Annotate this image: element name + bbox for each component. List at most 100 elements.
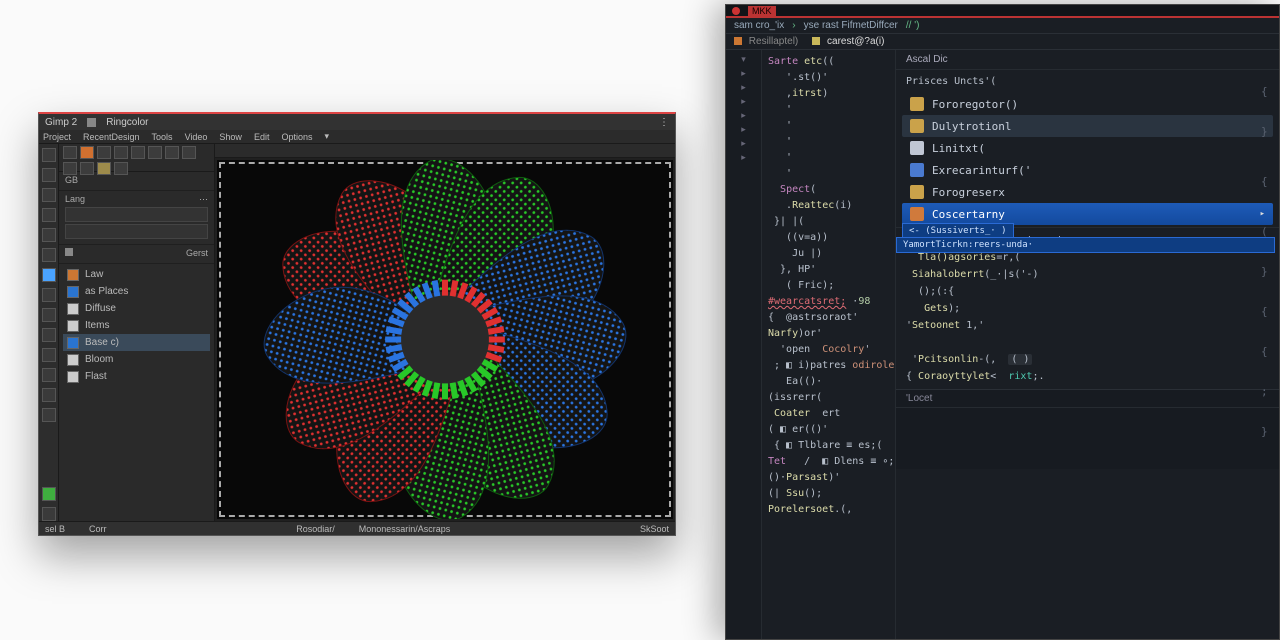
layer-label: Items [85, 320, 109, 331]
tool-airbrush-icon[interactable] [42, 288, 56, 302]
fg-color-swatch[interactable] [42, 487, 56, 501]
panel-slider-1[interactable] [65, 207, 208, 222]
symbol-icon [910, 207, 924, 221]
tool-gradient-icon[interactable] [42, 328, 56, 342]
tool-clone-icon[interactable] [42, 388, 56, 402]
menu-project[interactable]: Project [43, 132, 71, 142]
menu-video[interactable]: Video [185, 132, 208, 142]
menu-recent[interactable]: RecentDesign [83, 132, 140, 142]
tool-text-icon[interactable] [42, 308, 56, 322]
outline-item-label: Dulytrotionl [932, 120, 1011, 133]
ide-tab-1-label: Resillaptel) [749, 36, 798, 47]
layer-item[interactable]: Base c) [63, 334, 210, 351]
menu-show[interactable]: Show [219, 132, 242, 142]
fold-icon[interactable]: ▸ [739, 68, 749, 78]
breadcrumb-seg-1[interactable]: sam cro_'ix [734, 20, 784, 31]
console-tab[interactable]: 'Locet [906, 393, 932, 404]
layer-list: Lawas Places Diffuse Items Base c) BloomFlas… [59, 264, 214, 521]
tool-heal-icon[interactable] [42, 408, 56, 422]
outline-tab[interactable]: Ascal Dic [896, 50, 1279, 70]
ide-breadcrumb: sam cro_'ix › yse rast FifmetDiffcer // … [726, 18, 1279, 34]
symbol-icon [910, 97, 924, 111]
ide-tab-2[interactable]: carest@?a(i) [812, 36, 884, 47]
fold-icon[interactable]: ▸ [739, 110, 749, 120]
editor-canvas-area [215, 144, 675, 521]
panel-slider-2[interactable] [65, 224, 208, 239]
layer-swatch-icon [67, 286, 79, 298]
outline-item[interactable]: Exrecarinturf(' [902, 159, 1273, 181]
fold-icon[interactable]: ▸ [739, 96, 749, 106]
tool-lasso-icon[interactable] [42, 188, 56, 202]
tool-color-icon[interactable] [42, 268, 56, 282]
fold-icon[interactable]: ▸ [739, 138, 749, 148]
symbol-icon [910, 119, 924, 133]
layer-label: Base c) [85, 337, 119, 348]
outline-item[interactable]: Forogreserx [902, 181, 1273, 203]
panel-section-label: Lang [65, 194, 85, 205]
tool-smudge-icon[interactable] [42, 348, 56, 362]
ide-title-pill: MKK [748, 6, 776, 16]
console-body[interactable] [896, 408, 1279, 469]
folder-icon [65, 248, 73, 256]
editor-title-doc: Ringcolor [106, 117, 148, 128]
panel-btn-4[interactable] [114, 146, 128, 159]
layer-label: Diffuse [85, 303, 116, 314]
panel-btn-5[interactable] [131, 146, 145, 159]
editor-statusbar: sel B Corr Rosodiar/ Mononessarin/Ascrap… [39, 521, 675, 535]
panel-btn-8[interactable] [182, 146, 196, 159]
tool-move-icon[interactable] [42, 148, 56, 162]
bg-color-swatch[interactable] [42, 507, 56, 521]
panel-btn-2[interactable] [80, 146, 94, 159]
status-right: SkSoot [640, 524, 669, 534]
tool-select-icon[interactable] [42, 168, 56, 182]
editor-menubar: Project RecentDesign Tools Video Show Ed… [39, 130, 675, 144]
panel-btn-7[interactable] [165, 146, 179, 159]
menu-edit[interactable]: Edit [254, 132, 270, 142]
fold-icon[interactable]: ▾ [739, 54, 749, 64]
menu-dropdown-icon[interactable]: ▾ [324, 131, 329, 142]
menu-options[interactable]: Options [281, 132, 312, 142]
status-center1: Rosodiar/ [296, 524, 335, 534]
ide-window: MKK sam cro_'ix › yse rast FifmetDiffcer… [725, 4, 1280, 640]
image-editor-window: Gimp 2 Ringcolor ⋮ Project RecentDesign … [38, 112, 676, 536]
editor-toolbox [39, 144, 59, 521]
outline-item[interactable]: Dulytrotionl [902, 115, 1273, 137]
panel-btn-3[interactable] [97, 146, 111, 159]
window-menu-icon[interactable]: ⋮ [659, 117, 669, 127]
layer-item[interactable]: Items [63, 317, 210, 334]
panel-section-value: ⋯ [199, 194, 208, 205]
outline-item[interactable]: Coscertarny▸ [902, 203, 1273, 225]
editor-titlebar: Gimp 2 Ringcolor ⋮ [39, 114, 675, 130]
ide-close-icon[interactable] [732, 7, 740, 15]
layer-item[interactable]: Bloom [63, 351, 210, 368]
panel-btn-6[interactable] [148, 146, 162, 159]
layer-item[interactable]: Law [63, 266, 210, 283]
ide-tab-1[interactable]: Resillaptel) [734, 36, 798, 47]
tool-brush-icon[interactable] [42, 228, 56, 242]
layer-swatch-icon [67, 354, 79, 366]
tool-erase-icon[interactable] [42, 368, 56, 382]
layer-item[interactable]: as Places [63, 283, 210, 300]
editor-title-left: Gimp 2 [45, 117, 77, 128]
status-center2: Mononessarin/Ascraps [359, 524, 451, 534]
ide-gutter: ▾ ▸ ▸ ▸ ▸ ▸ ▸ ▸ [726, 50, 762, 639]
tool-crop-icon[interactable] [42, 208, 56, 222]
fold-icon[interactable]: ▸ [739, 82, 749, 92]
outline-item[interactable]: Linitxt( [902, 137, 1273, 159]
fold-icon[interactable]: ▸ [739, 124, 749, 134]
breadcrumb-seg-2[interactable]: yse rast FifmetDiffcer [804, 20, 898, 31]
layer-item[interactable]: Flast [63, 368, 210, 385]
editor-canvas[interactable] [217, 160, 673, 519]
layer-swatch-icon [67, 337, 79, 349]
outline-item[interactable]: Fororegotor() [902, 93, 1273, 115]
ide-code-editor[interactable]: Sarte etc(( '.st()' ,itrst) ' ' ' ' ' Sp… [762, 50, 896, 639]
panel-btn-1[interactable] [63, 146, 77, 159]
layer-swatch-icon [67, 303, 79, 315]
fold-icon[interactable]: ▸ [739, 152, 749, 162]
tool-fill-icon[interactable] [42, 248, 56, 262]
menu-tools[interactable]: Tools [152, 132, 173, 142]
layer-swatch-icon [67, 371, 79, 383]
outline-item-label: Linitxt( [932, 142, 985, 155]
layer-item[interactable]: Diffuse [63, 300, 210, 317]
ide-console: 'Locet [896, 389, 1279, 469]
